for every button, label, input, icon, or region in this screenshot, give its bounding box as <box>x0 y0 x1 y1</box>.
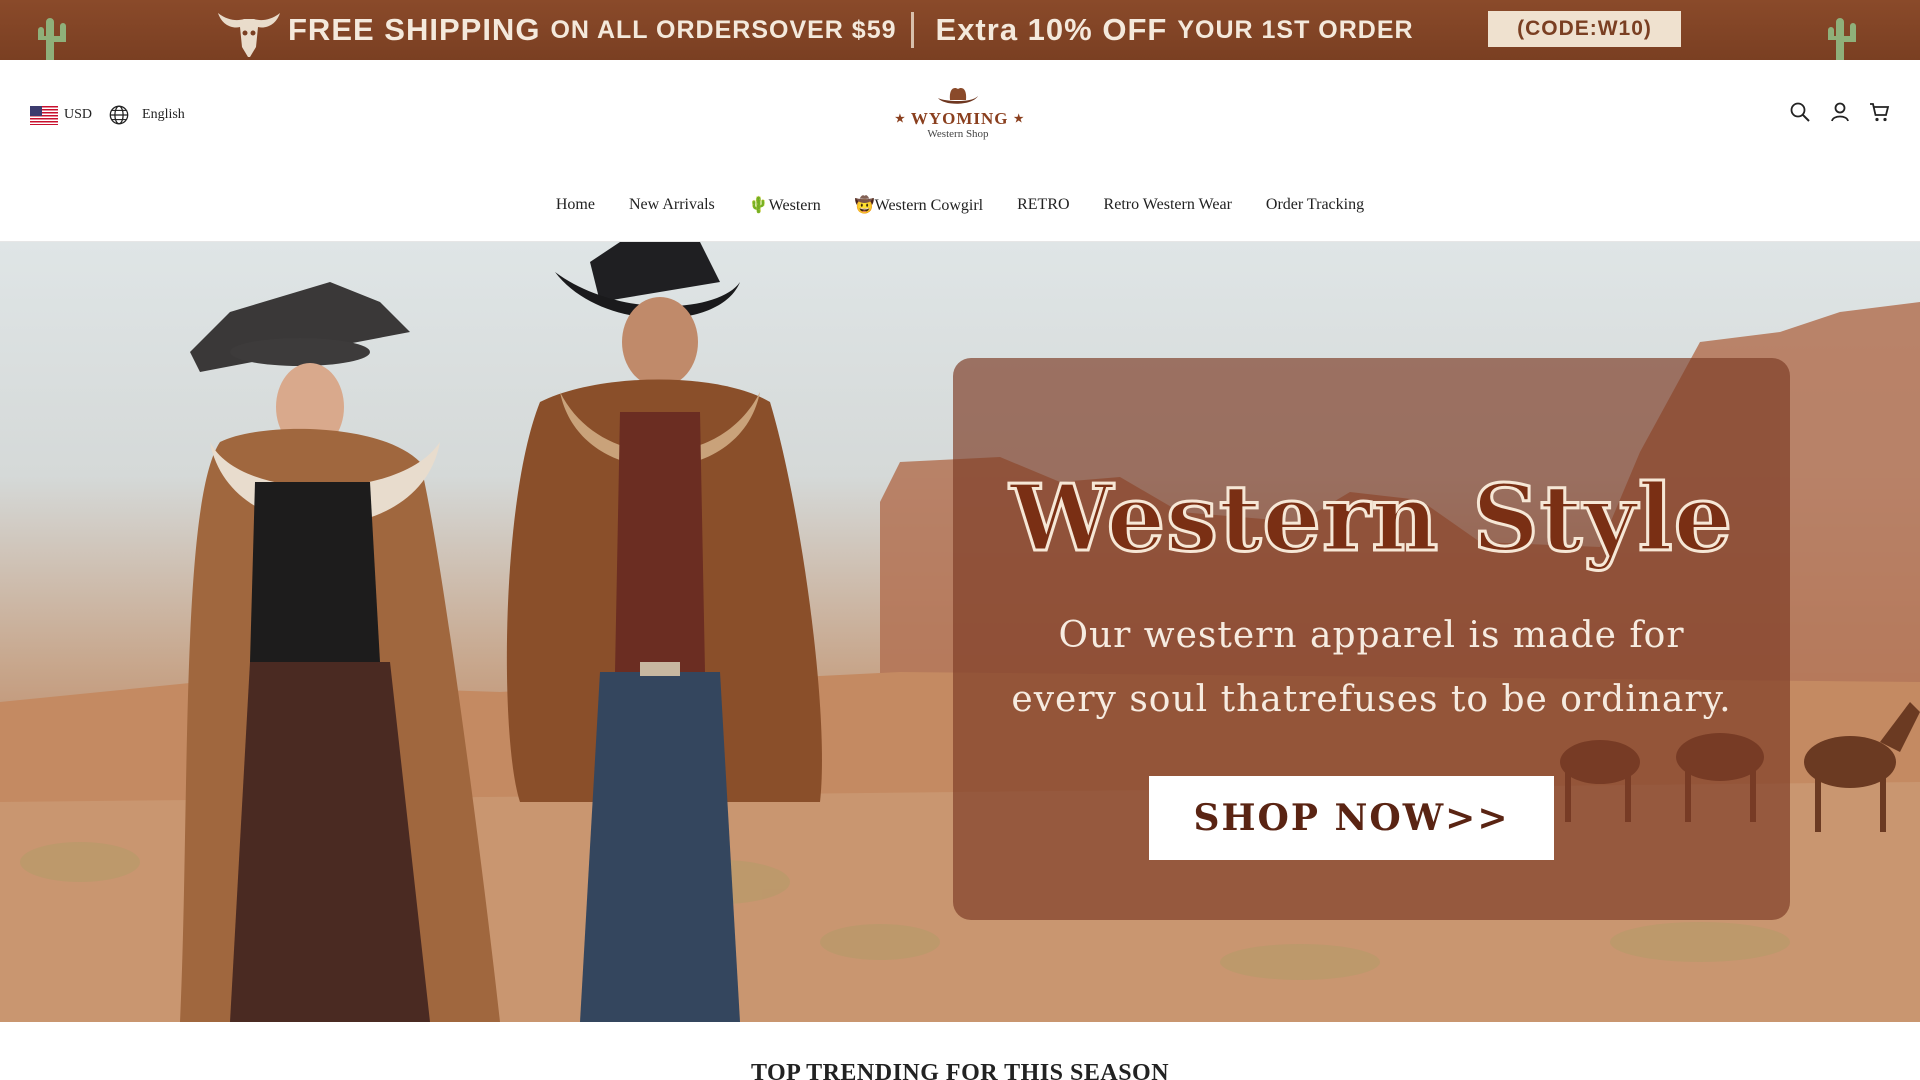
globe-icon[interactable] <box>108 104 130 126</box>
hero-title: Western Style <box>1008 463 1734 574</box>
nav-item-home[interactable]: Home <box>539 195 612 215</box>
shop-now-button[interactable]: SHOP NOW>> <box>1149 776 1554 860</box>
site-logo[interactable]: ★ WYOMING ★ Western Shop <box>895 82 1025 148</box>
header-actions <box>1788 100 1892 124</box>
hero-subtitle: Our western apparel is made for every so… <box>953 604 1790 732</box>
logo-brand: ★ WYOMING ★ <box>895 109 1025 128</box>
site-header: USD English ★ WYOMING ★ Western Shop Hom… <box>0 60 1920 242</box>
us-flag-icon[interactable] <box>30 105 58 125</box>
cowboy-hat-icon <box>938 88 978 104</box>
locale-switcher: USD English <box>30 104 185 126</box>
cactus-icon <box>1828 18 1856 60</box>
account-icon[interactable] <box>1828 100 1852 124</box>
nav-item-retro-western-wear[interactable]: Retro Western Wear <box>1087 195 1249 215</box>
free-shipping-text: FREE SHIPPING <box>288 12 541 47</box>
nav-item-western[interactable]: 🌵Western <box>732 195 838 215</box>
free-shipping-condition: ON ALL ORDERSOVER $59 <box>550 15 897 44</box>
currency-selector[interactable]: USD <box>64 107 92 123</box>
hero-subtitle-line-1: Our western apparel is made for <box>1058 615 1685 656</box>
discount-condition: YOUR 1ST ORDER <box>1177 15 1414 44</box>
search-icon[interactable] <box>1788 100 1812 124</box>
section-heading: TOP TRENDING FOR THIS SEASON <box>750 1060 1170 1080</box>
skull-icon <box>218 13 280 57</box>
nav-item-new-arrivals[interactable]: New Arrivals <box>612 195 732 215</box>
nav-item-retro[interactable]: RETRO <box>1000 195 1086 215</box>
hero-subtitle-line-2: every soul thatrefuses to be ordinary. <box>1011 679 1732 720</box>
discount-text: Extra 10% OFF <box>935 12 1168 47</box>
nav-item-order-tracking[interactable]: Order Tracking <box>1249 195 1381 215</box>
logo-subtitle: Western Shop <box>927 128 989 140</box>
cart-icon[interactable] <box>1868 100 1892 124</box>
hero-banner[interactable]: Western Style Our western apparel is mad… <box>0 242 1920 1022</box>
cactus-icon <box>38 18 66 60</box>
announcement-bar: FREE SHIPPING ON ALL ORDERSOVER $59 Extr… <box>0 0 1920 60</box>
announcement-divider <box>910 12 914 48</box>
announcement-text: FREE SHIPPING ON ALL ORDERSOVER $59 Extr… <box>288 9 1414 51</box>
promo-code-badge: (CODE:W10) <box>1488 11 1681 47</box>
language-selector[interactable]: English <box>142 107 185 123</box>
main-nav: Home New Arrivals 🌵Western 🤠Western Cowg… <box>0 195 1920 215</box>
nav-item-western-cowgirl[interactable]: 🤠Western Cowgirl <box>838 195 1000 215</box>
